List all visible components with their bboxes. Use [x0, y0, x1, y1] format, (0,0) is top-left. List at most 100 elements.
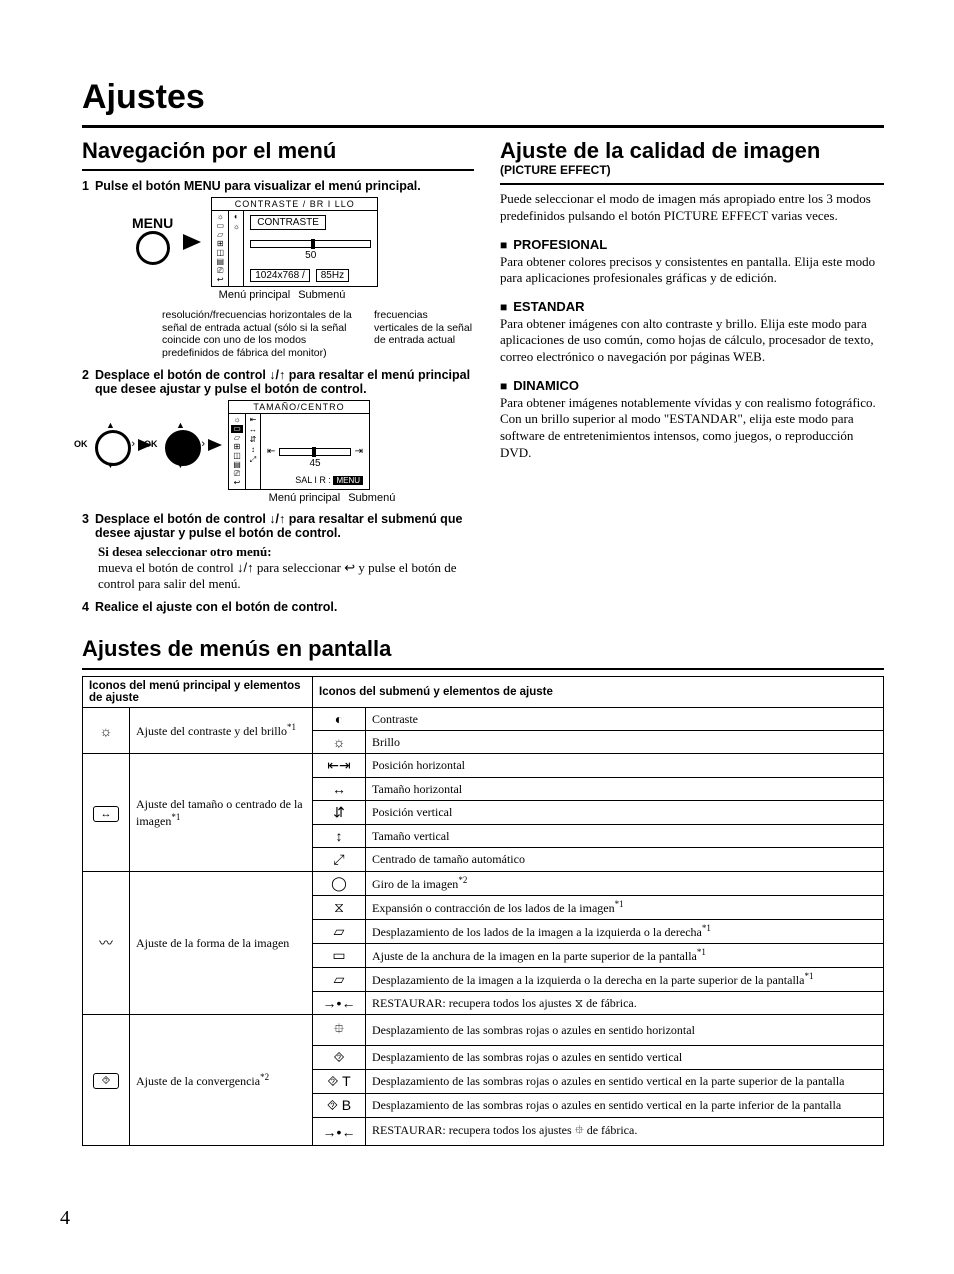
osd-1: CONTRASTE / BR I LLO ☼▭▱⊞◫▤⎚↩ ◐☼ CONTRAS… [211, 197, 378, 287]
sub-desc: Ajuste de la anchura de la imagen en la … [366, 944, 884, 968]
lower-heading: Ajustes de menús en pantalla [82, 636, 884, 662]
table-row: 〰Ajuste de la forma de la imagen◯Giro de… [83, 872, 884, 896]
left-heading: Navegación por el menú [82, 138, 474, 163]
sub-desc: RESTAURAR: recupera todos los ajustes ⧖ … [366, 992, 884, 1015]
menu-label: MENU [132, 215, 173, 231]
osd1-item: CONTRASTE [250, 215, 326, 230]
sub-desc: RESTAURAR: recupera todos los ajustes ⯐ … [366, 1118, 884, 1146]
step-1: 1 Pulse el botón MENU para visualizar el… [82, 179, 474, 193]
step-2: 2 Desplace el botón de control ↓/↑ para … [82, 368, 474, 396]
table-row: ☼Ajuste del contraste y del brillo*1◐Con… [83, 708, 884, 731]
main-icon: ☼ [83, 708, 130, 754]
osd2-title: TAMAÑO/CENTRO [229, 401, 369, 414]
rule-lower [82, 668, 884, 670]
osd1-hz: 85Hz [316, 269, 349, 282]
main-desc: Ajuste de la convergencia*2 [130, 1015, 313, 1146]
sub-icon: ▱ [313, 920, 366, 944]
sub-desc: Desplazamiento de las sombras rojas o az… [366, 1094, 884, 1118]
step-3-text: Desplace el botón de control ↓/↑ para re… [95, 512, 474, 540]
menu-knob-icon [136, 231, 170, 265]
th-sub: Iconos del submenú y elementos de ajuste [313, 677, 884, 708]
fig2-cap-main: Menú principal [269, 492, 341, 504]
main-icon: ↔ [83, 754, 130, 872]
ok-knob-1-icon: OK▲▼› [88, 423, 132, 467]
sub-icon: →•← [313, 992, 366, 1015]
arrows-icon: ↓/↑ [237, 560, 254, 575]
mode-1-txt: Para obtener colores precisos y consiste… [500, 254, 884, 287]
table-row: ⯑Ajuste de la convergencia*2⯐Desplazamie… [83, 1015, 884, 1046]
fig1-cap-sub: Submenú [298, 289, 345, 301]
rule-right [500, 183, 884, 185]
osd2-value: 45 [267, 458, 363, 469]
main-desc: Ajuste de la forma de la imagen [130, 872, 313, 1015]
osd1-value: 50 [250, 250, 371, 261]
sub-icon: ▭ [313, 944, 366, 968]
right-heading: Ajuste de la calidad de imagen [500, 138, 884, 163]
th-main: Iconos del menú principal y elementos de… [83, 677, 313, 708]
osd1-res: 1024x768 / [250, 269, 310, 282]
page-number: 4 [60, 1207, 70, 1230]
sub-desc: Desplazamiento de la imagen a la izquier… [366, 968, 884, 992]
step-4: 4 Realice el ajuste con el botón de cont… [82, 600, 474, 614]
sub-desc: Posición horizontal [366, 754, 884, 778]
right-intro: Puede seleccionar el modo de imagen más … [500, 191, 884, 224]
step3-sub1: Si desea seleccionar otro menú: [98, 544, 474, 560]
sub-desc: Giro de la imagen*2 [366, 872, 884, 896]
sub-icon: ◯ [313, 872, 366, 896]
rule-left [82, 169, 474, 171]
sub-icon: ⤢ [313, 848, 366, 872]
fig1-note-right: frecuencias verticales de la señal de en… [374, 309, 474, 359]
fig1-cap-main: Menú principal [219, 289, 291, 301]
table-row: ↔Ajuste del tamaño o centrado de la imag… [83, 754, 884, 778]
sub-icon: ☼ [313, 731, 366, 754]
step-3-num: 3 [82, 512, 89, 540]
mode-3-txt: Para obtener imágenes notablemente vívid… [500, 395, 884, 462]
step-4-text: Realice el ajuste con el botón de contro… [95, 600, 474, 614]
step3-sub2: mueva el botón de control ↓/↑ para selec… [98, 560, 474, 593]
mode-2-h: ESTANDAR [500, 299, 884, 314]
sub-desc: Tamaño horizontal [366, 778, 884, 801]
sub-icon: ⯑ T [313, 1070, 366, 1094]
osd1-sidebar: ☼▭▱⊞◫▤⎚↩ [212, 211, 229, 286]
fig1-note-left: resolución/frecuencias horizontales de l… [162, 309, 362, 359]
sub-desc: Tamaño vertical [366, 825, 884, 848]
osd-2: TAMAÑO/CENTRO ☼▭▱⊞◫▤⎚↩ ⇤↔⇵↕⤢ ⇤ ⇥ [228, 400, 370, 490]
step-1-num: 1 [82, 179, 89, 193]
sub-icon: ↔ [313, 778, 366, 801]
step-2-text: Desplace el botón de control ↓/↑ para re… [95, 368, 474, 396]
page-title: Ajustes [82, 78, 884, 117]
step-2-num: 2 [82, 368, 89, 396]
sub-icon: ⇵ [313, 801, 366, 825]
fig2-cap-sub: Submenú [348, 492, 395, 504]
ok-knob-2-icon: OK▲▼› [158, 423, 202, 467]
sub-icon: ▱ [313, 968, 366, 992]
step-4-num: 4 [82, 600, 89, 614]
return-icon: ↩ [344, 560, 355, 575]
step-1-text: Pulse el botón MENU para visualizar el m… [95, 179, 474, 193]
step-3: 3 Desplace el botón de control ↓/↑ para … [82, 512, 474, 540]
main-icon: 〰 [83, 872, 130, 1015]
sub-icon: ⧖ [313, 896, 366, 920]
main-desc: Ajuste del contraste y del brillo*1 [130, 708, 313, 754]
sub-desc: Desplazamiento de los lados de la imagen… [366, 920, 884, 944]
osd2-sidebar: ☼▭▱⊞◫▤⎚↩ [229, 414, 246, 489]
osd2-exit: SAL I R : [295, 475, 331, 485]
sub-icon: ⯐ [313, 1015, 366, 1046]
mode-1-h: PROFESIONAL [500, 237, 884, 252]
sub-icon: ↕ [313, 825, 366, 848]
rule-top [82, 125, 884, 128]
main-icon: ⯑ [83, 1015, 130, 1146]
sub-icon: ◐ [313, 708, 366, 731]
sub-icon: ⯑ B [313, 1094, 366, 1118]
main-desc: Ajuste del tamaño o centrado de la image… [130, 754, 313, 872]
sub-icon: ⇤⇥ [313, 754, 366, 778]
osd1-title: CONTRASTE / BR I LLO [212, 198, 377, 211]
sub-icon: →•← [313, 1118, 366, 1146]
sub-desc: Desplazamiento de las sombras rojas o az… [366, 1070, 884, 1094]
sub-desc: Desplazamiento de las sombras rojas o az… [366, 1015, 884, 1046]
sub-desc: Contraste [366, 708, 884, 731]
settings-table: Iconos del menú principal y elementos de… [82, 676, 884, 1146]
sub-icon: ⯑ [313, 1046, 366, 1070]
mode-2-txt: Para obtener imágenes con alto contraste… [500, 316, 884, 366]
right-subheading: (PICTURE EFFECT) [500, 163, 884, 177]
